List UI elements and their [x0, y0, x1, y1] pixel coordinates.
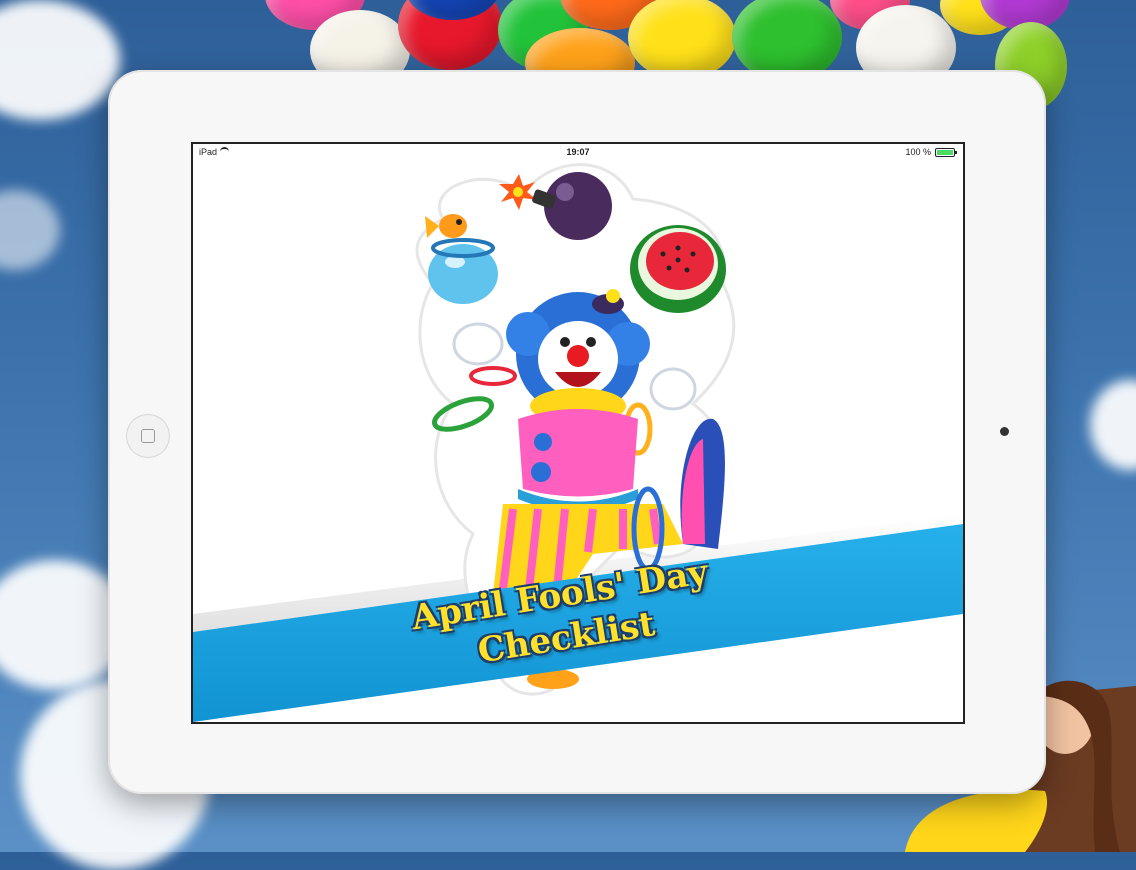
- ipad-screen: iPad 19:07 100 % April Fools' Day Checkl…: [191, 142, 965, 724]
- cloud-right: [1090, 380, 1136, 470]
- home-button[interactable]: [126, 414, 170, 458]
- cloud-left: [0, 190, 60, 270]
- status-time: 19:07: [566, 147, 590, 157]
- balloon: [628, 0, 736, 80]
- cloud-top-left: [0, 0, 120, 120]
- battery-percent: 100 %: [905, 147, 931, 157]
- status-bar: iPad 19:07 100 %: [193, 144, 963, 160]
- front-camera: [1000, 427, 1009, 436]
- status-battery: 100 %: [905, 147, 957, 157]
- ipad-device: iPad 19:07 100 % April Fools' Day Checkl…: [108, 70, 1046, 794]
- battery-icon: [935, 147, 957, 157]
